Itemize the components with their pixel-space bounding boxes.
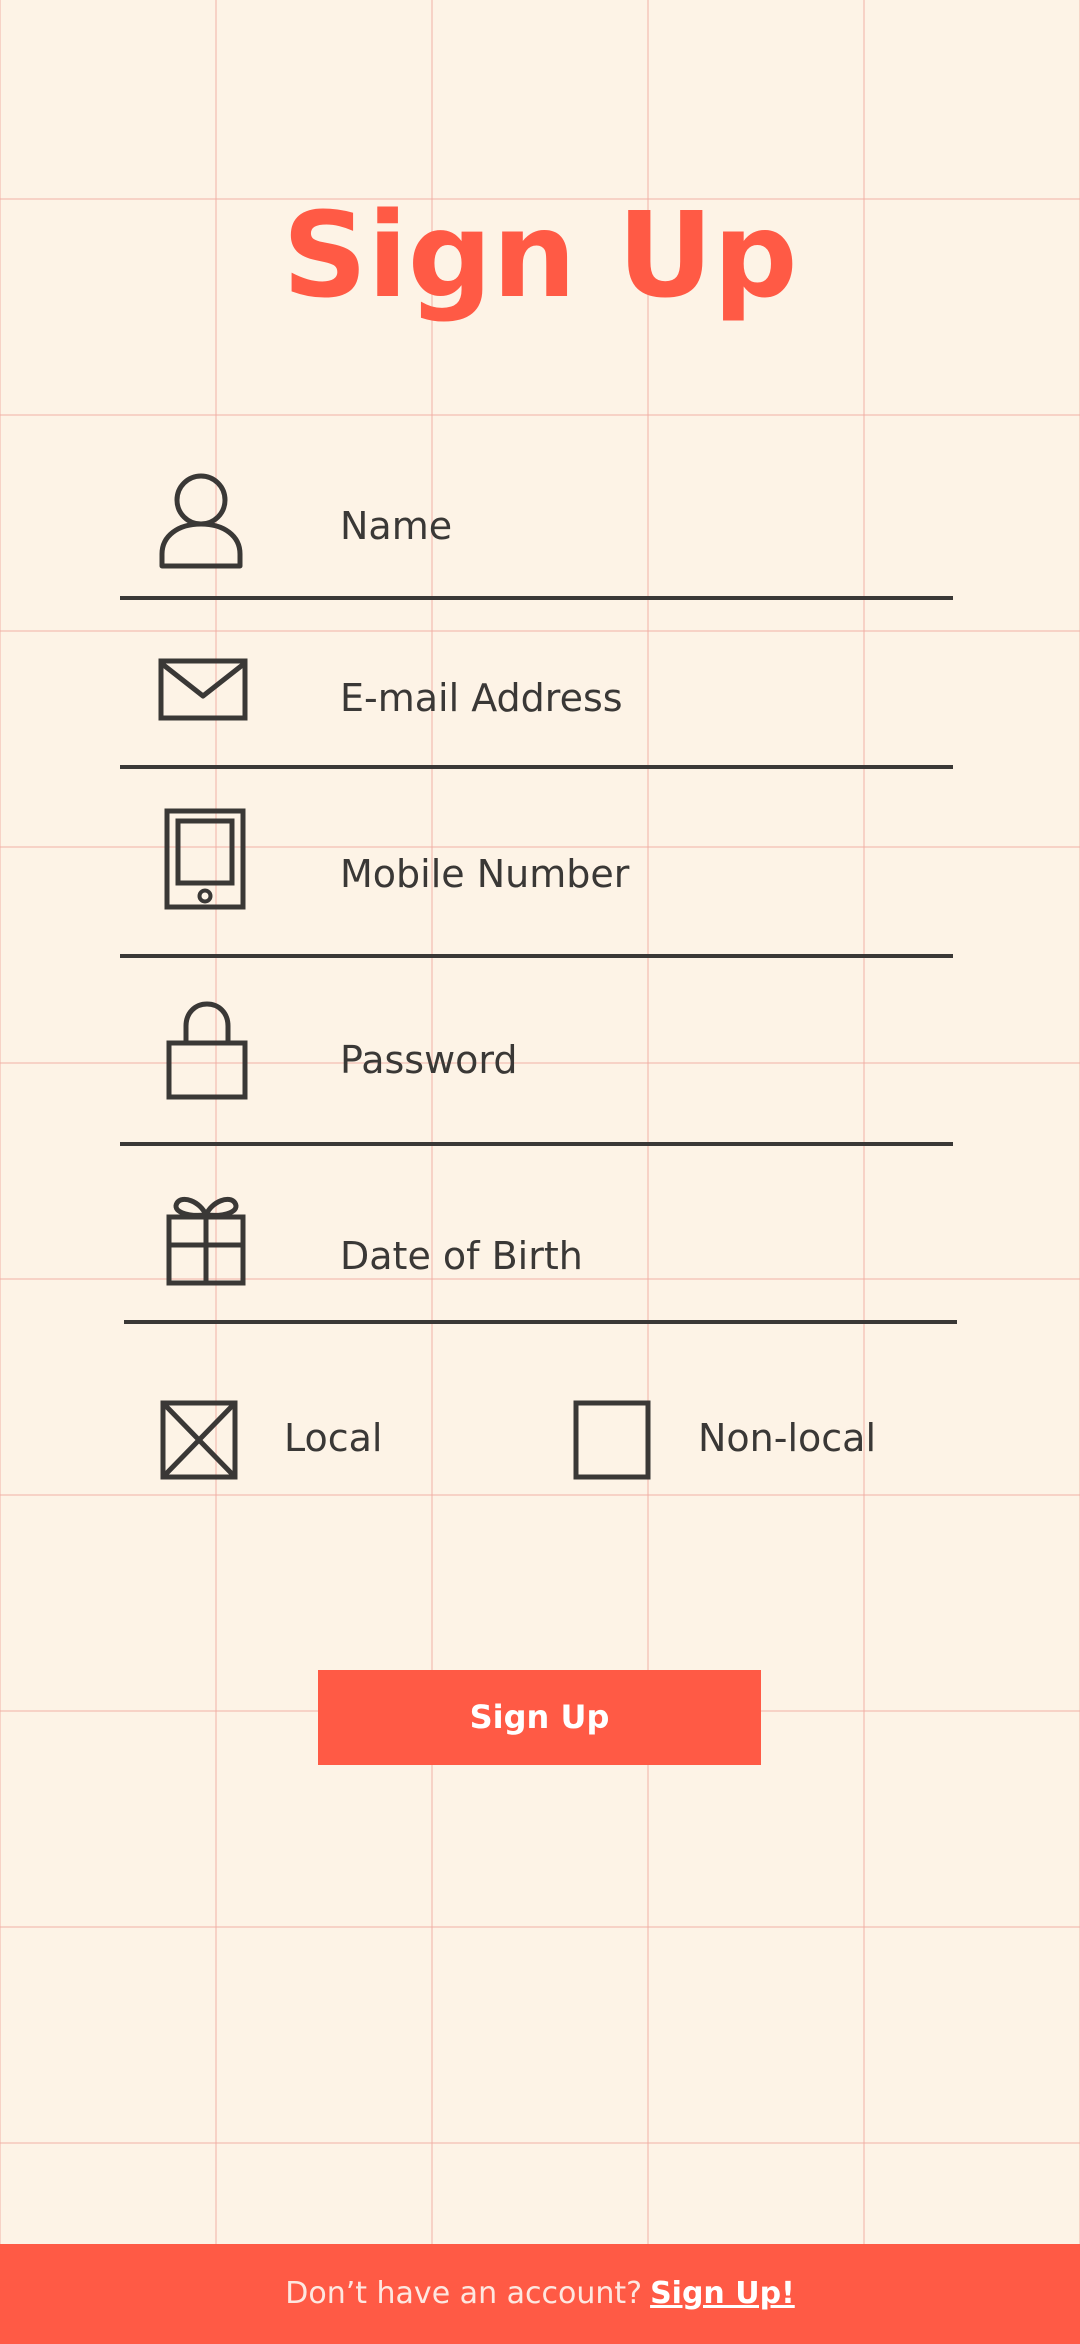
footer-sign-up-link[interactable]: Sign Up! <box>650 2276 795 2311</box>
footer-prompt: Don’t have an account? <box>285 2276 643 2311</box>
page-title: Sign Up <box>282 186 798 324</box>
lock-icon <box>166 998 248 1104</box>
local-checkbox[interactable] <box>160 1400 238 1484</box>
nonlocal-checkbox[interactable] <box>573 1400 651 1484</box>
mobile-phone-icon <box>164 808 248 914</box>
password-field[interactable]: Password <box>120 990 953 1150</box>
mobile-label: Mobile Number <box>340 852 630 896</box>
password-label: Password <box>340 1038 518 1082</box>
name-field[interactable]: Name <box>120 460 953 605</box>
email-underline <box>120 765 953 769</box>
footer-bar: Don’t have an account? Sign Up! <box>0 2244 1080 2344</box>
nonlocal-label: Non-local <box>698 1416 877 1460</box>
sign-up-button[interactable]: Sign Up <box>318 1670 761 1765</box>
gift-icon <box>166 1195 246 1291</box>
name-label: Name <box>340 504 453 548</box>
nonlocal-option[interactable]: Non-local <box>573 1400 913 1480</box>
envelope-icon <box>158 658 248 726</box>
date-of-birth-underline <box>124 1320 957 1324</box>
email-label: E-mail Address <box>340 676 623 720</box>
local-label: Local <box>284 1416 383 1460</box>
email-field[interactable]: E-mail Address <box>120 640 953 775</box>
mobile-underline <box>120 954 953 958</box>
password-underline <box>120 1142 953 1146</box>
mobile-field[interactable]: Mobile Number <box>120 800 953 960</box>
name-underline <box>120 596 953 600</box>
date-of-birth-label: Date of Birth <box>340 1234 583 1278</box>
local-option[interactable]: Local <box>160 1400 420 1480</box>
person-icon <box>158 470 244 574</box>
date-of-birth-field[interactable]: Date of Birth <box>124 1190 957 1330</box>
